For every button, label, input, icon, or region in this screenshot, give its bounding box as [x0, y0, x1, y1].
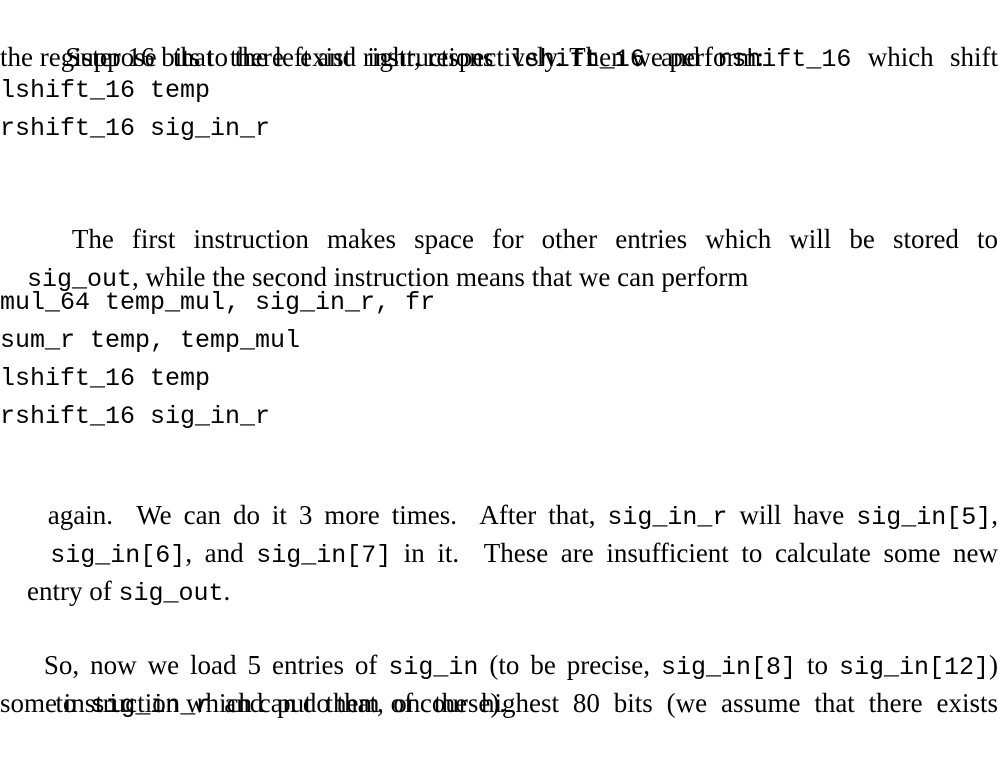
code-line: mul_64 temp_mul, sig_in_r, fr — [0, 288, 436, 317]
paragraph-4-line-2: to sig_in_r and put them on the highest … — [0, 646, 998, 720]
paragraph-2-line-1: The first instruction makes space for ot… — [0, 182, 998, 254]
document-page: Suppose that there exist instructions ls… — [0, 0, 998, 720]
code-line: rshift_16 sig_in_r — [0, 114, 271, 143]
code-line: lshift_16 temp — [0, 76, 211, 105]
paragraph-1-line-1: Suppose that there exist instructions ls… — [0, 0, 998, 74]
paragraph-4-line-3: some instruction which can do that, of c… — [0, 688, 507, 718]
paragraph-3-line-3: entry of sig_out. — [0, 534, 998, 608]
code-line: sum_r temp, temp_mul — [0, 326, 301, 355]
paragraph-2-line-2: sig_out, while the second instruction me… — [0, 220, 998, 294]
inline-code: sig_out — [118, 579, 224, 608]
code-line: lshift_16 temp — [0, 364, 211, 393]
paragraph-1-line-2: the register 16 bits to the left and rig… — [0, 42, 765, 72]
paragraph-3-line-1: again. We can do it 3 more times. After … — [0, 458, 998, 532]
text-segment: . — [223, 576, 231, 606]
code-line: rshift_16 sig_in_r — [0, 402, 271, 431]
text-segment: entry of — [27, 576, 119, 606]
paragraph-4-line-1: So, now we load 5 entries of sig_in (to … — [0, 608, 998, 682]
paragraph-3-line-2: sig_in[6], and sig_in[7] in it. These ar… — [0, 496, 998, 570]
